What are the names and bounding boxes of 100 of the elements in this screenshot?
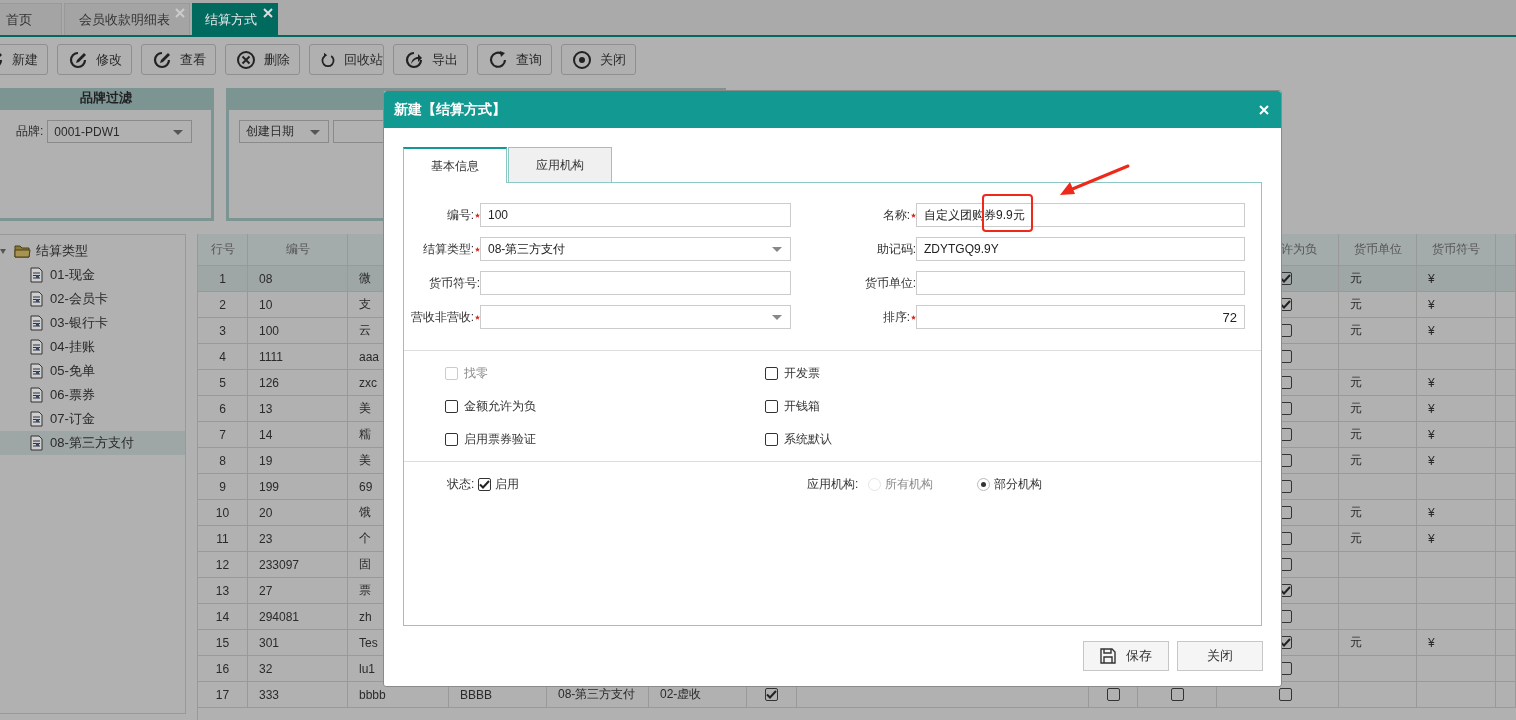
tree-item[interactable]: 05-免单	[0, 359, 185, 383]
input-field[interactable]	[916, 271, 1245, 295]
caret-icon	[173, 130, 184, 135]
checkbox[interactable]	[445, 400, 458, 413]
pencil-icon	[68, 49, 88, 70]
document-icon	[30, 363, 43, 379]
tree-item[interactable]: 07-订金	[0, 407, 185, 431]
tree-item[interactable]: 02-会员卡	[0, 287, 185, 311]
dialog-title: 新建【结算方式】	[394, 100, 506, 119]
option-label: 系统默认	[784, 431, 832, 448]
table-cell: 8	[198, 448, 248, 473]
table-cell: ¥	[1417, 630, 1496, 655]
tree-item[interactable]: 08-第三方支付	[0, 431, 185, 455]
checkbox[interactable]	[1279, 688, 1292, 701]
table-cell: 7	[198, 422, 248, 447]
document-icon	[30, 387, 43, 403]
toolbar-button[interactable]: 修改	[57, 44, 132, 75]
close-icon[interactable]	[263, 8, 273, 18]
panel-title: 品牌过滤	[0, 88, 211, 110]
toolbar-button[interactable]: 删除	[225, 44, 300, 75]
document-icon	[30, 267, 43, 283]
table-cell: 元	[1339, 448, 1417, 473]
table-cell: 11	[198, 526, 248, 551]
table-cell: 20	[248, 500, 348, 525]
tree-item[interactable]: 01-现金	[0, 263, 185, 287]
tab[interactable]: 基本信息	[403, 147, 507, 183]
table-cell: 17	[198, 682, 248, 707]
toolbar-button[interactable]: 回收站	[309, 44, 384, 75]
floppy-disk-icon	[1100, 648, 1116, 664]
table-cell: ¥	[1417, 370, 1496, 395]
table-cell: 301	[248, 630, 348, 655]
table-cell: ¥	[1417, 422, 1496, 447]
expand-icon[interactable]	[0, 248, 6, 254]
close-button[interactable]: 关闭	[1177, 641, 1263, 671]
table-cell: 元	[1339, 500, 1417, 525]
toolbar-button[interactable]: 查询	[477, 44, 552, 75]
caret-icon	[772, 315, 782, 320]
checkbox[interactable]	[1170, 688, 1184, 701]
save-button[interactable]: 保存	[1083, 641, 1169, 671]
input-field[interactable]: ZDYTGQ9.9Y	[916, 237, 1245, 261]
x-circle-icon	[236, 49, 256, 70]
input-field[interactable]: 100	[480, 203, 791, 227]
table-cell: ¥	[1417, 526, 1496, 551]
table-cell: 08	[248, 266, 348, 291]
table-cell: 14	[248, 422, 348, 447]
table-cell: 元	[1339, 526, 1417, 551]
share-icon	[404, 49, 424, 70]
page-tab[interactable]: 会员收款明细表	[64, 3, 190, 35]
table-cell: 333	[248, 682, 348, 707]
table-cell: ¥	[1417, 292, 1496, 317]
select-field[interactable]: 08-第三方支付	[480, 237, 791, 261]
caret-icon	[772, 247, 782, 252]
document-icon	[30, 339, 43, 355]
select-field[interactable]: 创建日期	[239, 120, 329, 143]
tree-item[interactable]: 结算类型	[36, 242, 88, 260]
page-tab[interactable]: 结算方式	[192, 3, 278, 35]
checkbox[interactable]	[445, 433, 458, 446]
table-cell: 元	[1339, 422, 1417, 447]
field-label: 结算类型:	[422, 240, 474, 258]
checkbox[interactable]	[1106, 688, 1120, 701]
table-cell: 23	[248, 526, 348, 551]
checkbox[interactable]	[765, 400, 778, 413]
document-icon	[30, 315, 43, 331]
input-field[interactable]: 72	[916, 305, 1245, 329]
checkbox[interactable]	[765, 688, 778, 701]
tree-item[interactable]: 03-银行卡	[0, 311, 185, 335]
caret-icon	[310, 130, 320, 135]
field-label: 状态:	[447, 476, 475, 493]
table-cell: 元	[1339, 370, 1417, 395]
table-cell: 元	[1339, 292, 1417, 317]
option-label: 找零	[464, 365, 488, 382]
field-label: 货币单位:	[864, 274, 916, 292]
table-cell: 元	[1339, 318, 1417, 343]
table-cell: 9	[198, 474, 248, 499]
close-button[interactable]: 关闭	[561, 44, 636, 75]
table-cell: 6	[198, 396, 248, 421]
table-cell: 元	[1339, 630, 1417, 655]
tree-item[interactable]: 06-票券	[0, 383, 185, 407]
checkbox[interactable]	[765, 433, 778, 446]
tab[interactable]: 应用机构	[508, 147, 612, 182]
table-cell: 16	[198, 656, 248, 681]
toolbar-button[interactable]: 查看	[141, 44, 216, 75]
field-label: 排序:	[882, 308, 910, 326]
table-cell: 3	[198, 318, 248, 343]
table-cell: 19	[248, 448, 348, 473]
table-cell: 100	[248, 318, 348, 343]
field-label: 名称:	[882, 206, 910, 224]
checkbox[interactable]	[765, 367, 778, 380]
input-field[interactable]	[480, 271, 791, 295]
stop-icon	[572, 49, 592, 70]
page-tab[interactable]: 首页	[0, 3, 62, 35]
select-field[interactable]	[480, 305, 791, 329]
toolbar-button[interactable]: 新建	[0, 44, 48, 75]
toolbar-button[interactable]: 导出	[393, 44, 468, 75]
select-field[interactable]: 0001-PDW1	[47, 120, 193, 143]
document-icon	[30, 411, 43, 427]
checkbox[interactable]	[478, 478, 492, 491]
table-cell: ¥	[1417, 266, 1496, 291]
table-cell: 15	[198, 630, 248, 655]
tree-item[interactable]: 04-挂账	[0, 335, 185, 359]
